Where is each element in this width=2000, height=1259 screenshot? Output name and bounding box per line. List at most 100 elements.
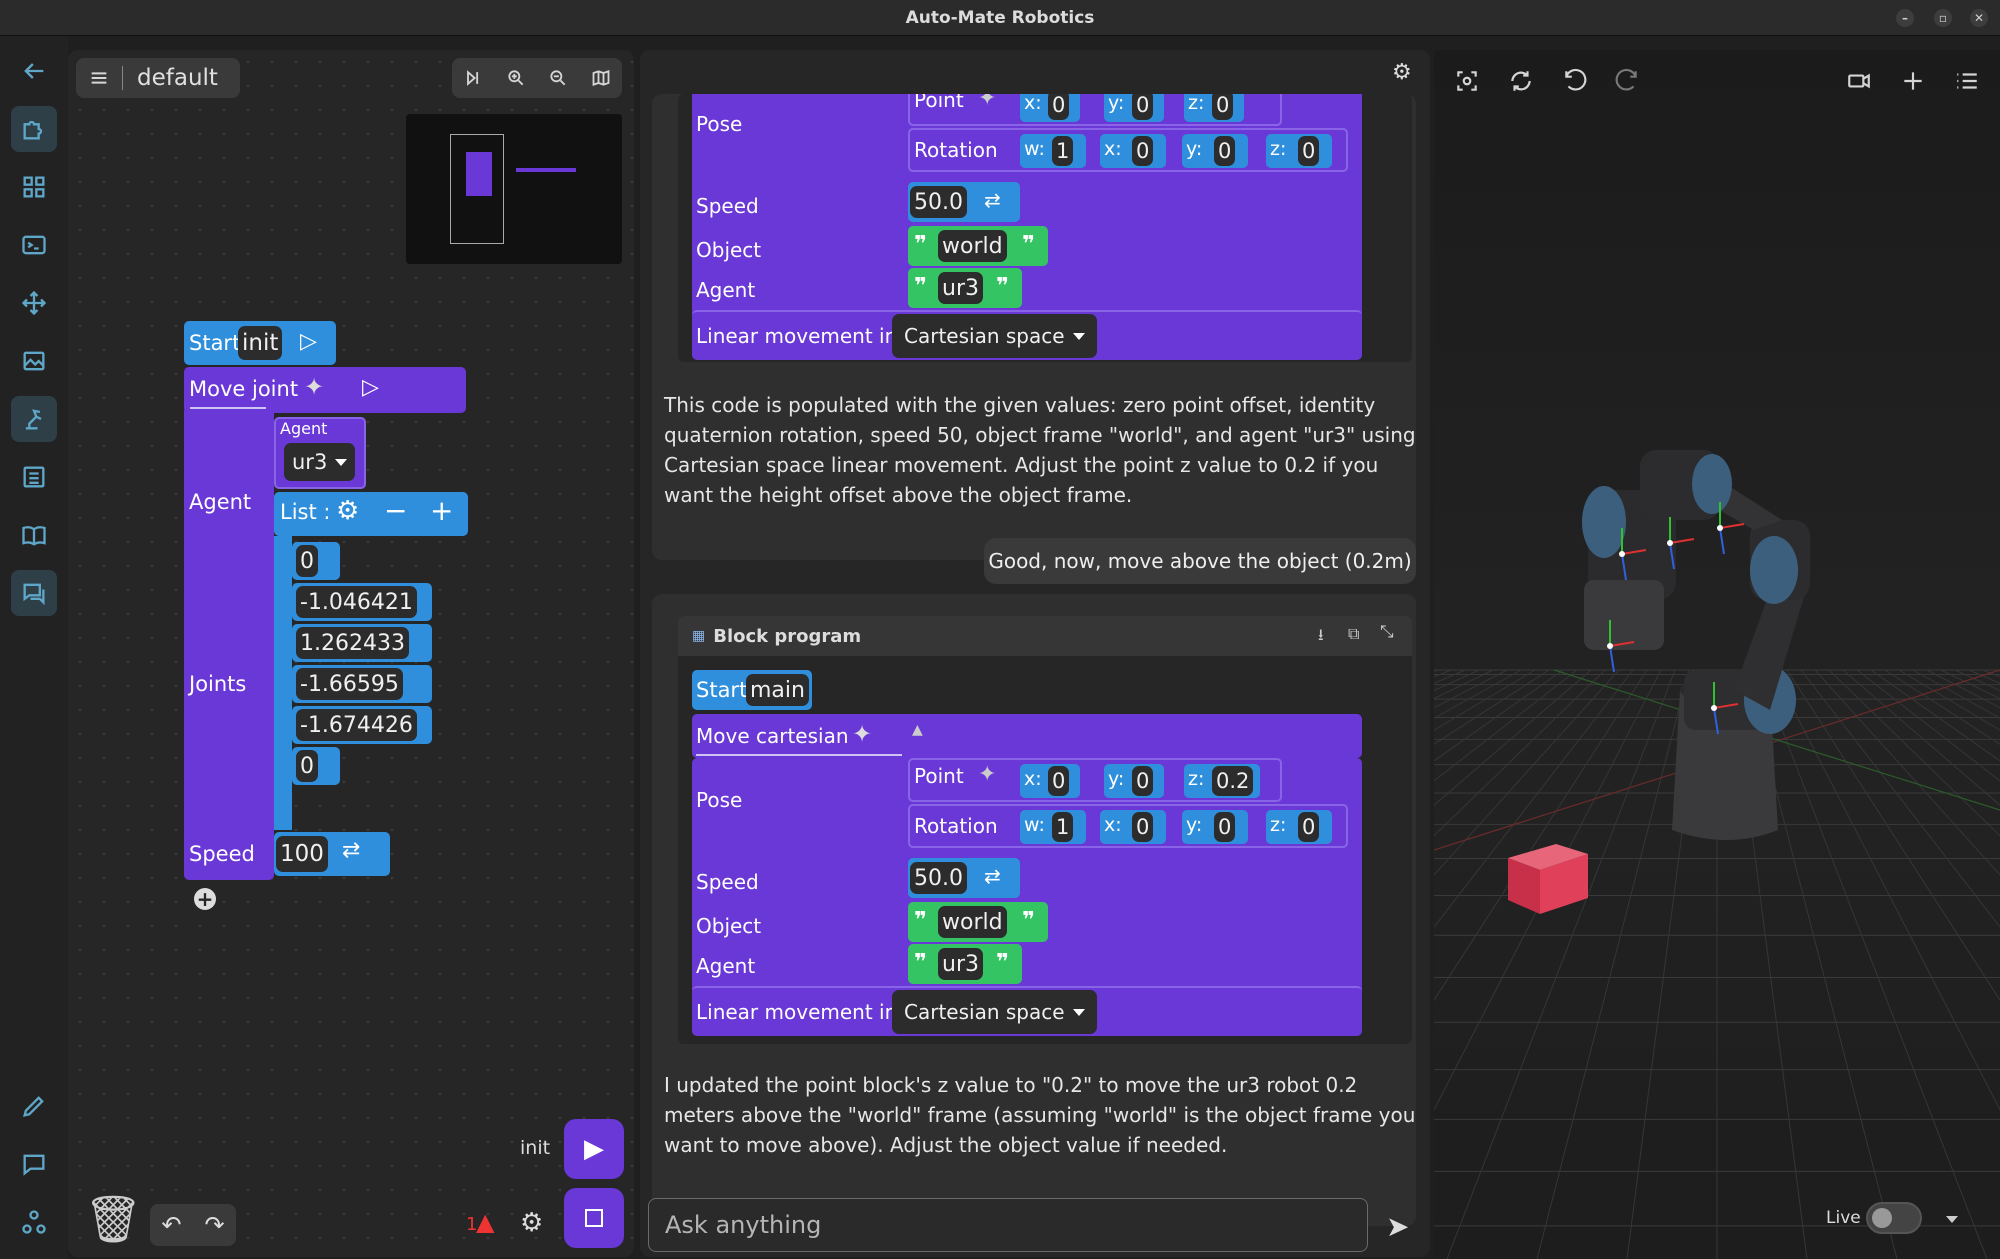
nodes-button[interactable]	[11, 1199, 57, 1245]
play-icon[interactable]: ▷	[300, 329, 317, 354]
speed-block[interactable]: 100 ⇄	[274, 832, 390, 876]
move-joint-block[interactable]: Move joint ✦ ▷	[184, 367, 466, 413]
stop-button[interactable]	[564, 1188, 624, 1248]
close-icon[interactable]: ✕	[1970, 9, 1988, 27]
apps-button[interactable]	[11, 164, 57, 210]
coord-value[interactable]: 0	[1132, 812, 1154, 842]
joint-value-block[interactable]: 1.262433	[292, 624, 432, 662]
coord-block[interactable]: w: 1	[1020, 810, 1086, 844]
blocks-button[interactable]	[11, 106, 57, 152]
menu-icon[interactable]	[1954, 68, 1980, 94]
swap-icon[interactable]: ⇄	[342, 838, 360, 863]
joint-value[interactable]: -1.66595	[296, 668, 403, 700]
step-icon[interactable]	[463, 68, 483, 88]
joint-value-block[interactable]: 0	[292, 542, 340, 580]
rotation-block[interactable]: Rotation w: 1 x: 0 y: 0 z: 0	[908, 128, 1348, 172]
settings-icon[interactable]: ⚙	[520, 1208, 543, 1238]
maximize-icon[interactable]: ▫	[1934, 9, 1952, 27]
swap-icon[interactable]: ⇄	[984, 864, 1001, 888]
agent-block[interactable]: ❞ ur3 ❞	[908, 944, 1022, 984]
coord-value[interactable]: 0	[1132, 94, 1154, 120]
coord-block[interactable]: w: 1	[1020, 134, 1086, 168]
live-toggle[interactable]	[1866, 1202, 1922, 1234]
coord-value[interactable]: 0	[1214, 812, 1236, 842]
chat-input[interactable]: Ask anything	[648, 1198, 1368, 1252]
coord-block[interactable]: y: 0	[1104, 764, 1164, 798]
coord-block[interactable]: y: 0	[1104, 94, 1164, 122]
trash-icon[interactable]: 🗑	[84, 1192, 142, 1247]
coord-block[interactable]: x: 0	[1100, 810, 1166, 844]
coord-value[interactable]: 0.2	[1212, 766, 1254, 796]
undo-icon[interactable]	[1562, 68, 1588, 94]
rotation-block[interactable]: Rotation w: 1 x: 0 y: 0 z: 0	[908, 804, 1348, 848]
joint-value[interactable]: -1.674426	[296, 709, 417, 741]
coord-block[interactable]: x: 0	[1020, 94, 1080, 122]
chat-button[interactable]	[11, 570, 57, 616]
speed-value[interactable]: 50.0	[910, 186, 967, 218]
robot-arm-button[interactable]	[11, 396, 57, 442]
back-button[interactable]	[11, 48, 57, 94]
gear-icon[interactable]: ⚙	[336, 496, 359, 526]
coord-block[interactable]: z: 0.2	[1184, 764, 1260, 798]
speed-block[interactable]: 50.0 ⇄	[908, 182, 1020, 222]
speed-value[interactable]: 50.0	[910, 862, 967, 894]
robot-scene[interactable]	[1434, 110, 2000, 1259]
start-block[interactable]: Start main	[692, 670, 812, 710]
start-name[interactable]: init	[238, 326, 283, 360]
redo-icon[interactable]: ↷	[204, 1211, 224, 1239]
warning-icon[interactable]: ▲	[476, 1208, 494, 1236]
joint-value[interactable]: 0	[296, 750, 318, 782]
messages-button[interactable]	[11, 1141, 57, 1187]
agent-block[interactable]: ❞ ur3 ❞	[908, 268, 1022, 308]
agent-value[interactable]: ur3	[938, 272, 983, 304]
coord-value[interactable]: 0	[1214, 136, 1236, 166]
sparkle-icon[interactable]: ✦	[978, 762, 996, 787]
speed-value[interactable]: 100	[276, 836, 328, 872]
sparkle-icon[interactable]: ✦	[978, 94, 996, 111]
coord-value[interactable]: 0	[1048, 94, 1070, 120]
send-icon[interactable]: ➤	[1386, 1210, 1409, 1243]
copy-icon[interactable]: ⧉	[1348, 624, 1359, 644]
coord-value[interactable]: 1	[1052, 812, 1074, 842]
coord-value[interactable]: 0	[1048, 766, 1070, 796]
object-block[interactable]: ❞ world ❞	[908, 902, 1048, 942]
point-block[interactable]: Point ✦ x: 0 y: 0 z: 0.2	[908, 758, 1282, 802]
add-icon[interactable]	[1900, 68, 1926, 94]
sparkle-icon[interactable]: ✦	[852, 720, 872, 748]
undo-icon[interactable]: ↶	[161, 1211, 181, 1239]
run-button[interactable]: ▶	[564, 1119, 624, 1179]
map-icon[interactable]	[591, 68, 611, 88]
collapse-icon[interactable]: ⤡	[1380, 622, 1394, 642]
speed-block[interactable]: 50.0 ⇄	[908, 858, 1020, 898]
terminal-button[interactable]	[11, 222, 57, 268]
coord-value[interactable]: 0	[1132, 136, 1154, 166]
swap-icon[interactable]: ⇄	[984, 188, 1001, 212]
block-workspace[interactable]: default Start init ▷ Move joint ✦ ▷ Agen…	[68, 50, 634, 1257]
joint-value[interactable]: 1.262433	[296, 627, 409, 659]
coord-value[interactable]: 1	[1052, 136, 1074, 166]
minimize-icon[interactable]: –	[1896, 9, 1914, 27]
workspace-menu[interactable]: default	[76, 58, 240, 98]
coord-value[interactable]: 0	[1212, 94, 1234, 120]
object-value[interactable]: world	[938, 906, 1007, 938]
collapse-arrow-icon[interactable]: ▲	[912, 722, 923, 738]
download-icon[interactable]: ⭳	[1318, 624, 1324, 651]
space-dropdown[interactable]: Cartesian space	[892, 314, 1097, 358]
list-button[interactable]	[11, 454, 57, 500]
docs-button[interactable]	[11, 512, 57, 558]
coord-block[interactable]: x: 0	[1020, 764, 1080, 798]
coord-block[interactable]: y: 0	[1182, 810, 1248, 844]
coord-block[interactable]: z: 0	[1184, 94, 1244, 122]
joint-value-block[interactable]: 0	[292, 747, 340, 785]
settings-icon[interactable]: ⚙	[1392, 60, 1412, 85]
coord-block[interactable]: y: 0	[1182, 134, 1248, 168]
plus-icon[interactable]: +	[430, 494, 453, 527]
coord-block[interactable]: z: 0	[1266, 810, 1332, 844]
object-block[interactable]: ❞ world ❞	[908, 226, 1048, 266]
coord-value[interactable]: 0	[1298, 136, 1320, 166]
joint-value[interactable]: -1.046421	[296, 586, 417, 618]
camera-icon[interactable]	[1846, 68, 1872, 94]
start-name[interactable]: main	[746, 674, 809, 706]
agent-dropdown[interactable]: ur3	[284, 443, 356, 481]
minus-icon[interactable]: −	[384, 494, 407, 527]
